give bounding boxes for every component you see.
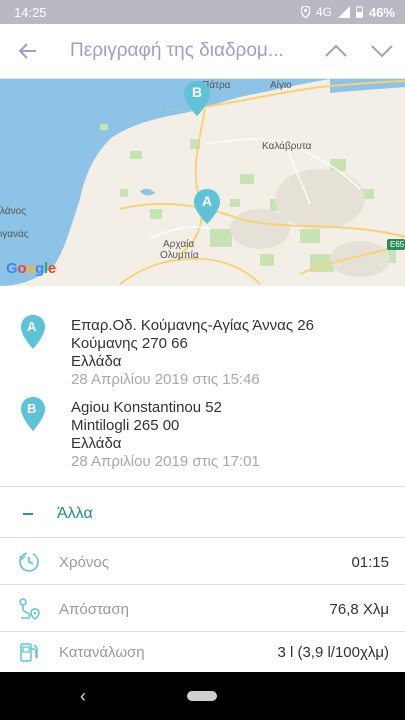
battery-percent: 46% <box>368 4 395 20</box>
metric-time-label: Χρόνος <box>59 553 109 571</box>
stop-b-line2: Mintilogli 265 00 <box>71 417 180 434</box>
back-button[interactable] <box>0 24 56 79</box>
stop-a-address: Επαρ.Οδ. Κούμανης-Αγίας Άννας 26 Κούμανη… <box>71 317 314 389</box>
battery-icon <box>355 6 363 18</box>
map-label-left1: λάνος <box>0 206 27 217</box>
stop-b-marker-label: B <box>27 401 37 416</box>
stop-a-line3: Ελλάδα <box>71 353 122 370</box>
stop-a-line2: Κούμανης 270 66 <box>71 335 188 352</box>
stop-b-line1: Agiou Konstantinou 52 <box>71 399 222 416</box>
stop-a-marker-label: A <box>27 319 37 334</box>
previous-button[interactable] <box>313 24 359 79</box>
metric-time: Χρόνος 01:15 <box>0 538 405 586</box>
map-label-kalavryta: Καλάβρυτα <box>262 141 312 152</box>
more-label: Άλλα <box>57 504 93 522</box>
stop-a-line1: Επαρ.Οδ. Κούμανης-Αγίας Άννας 26 <box>71 317 314 334</box>
metric-distance-value: 76,8 Χλμ <box>329 600 389 618</box>
metric-distance: Απόσταση 76,8 Χλμ <box>0 585 405 633</box>
stop-b-line3: Ελλάδα <box>71 435 122 452</box>
status-icons: 4G 46% <box>300 4 395 20</box>
stop-b-time: 28 Απριλίου 2019 στις 17:01 <box>71 453 260 470</box>
map-label-e65: E65 <box>390 240 405 249</box>
metric-consumption: Κατανάλωση 3 l (3,9 l/100χλμ) <box>0 632 405 672</box>
system-nav-bar: ‹ <box>0 672 405 720</box>
collapse-icon <box>23 512 33 515</box>
signal-icon <box>337 6 350 18</box>
map-marker-b-label: B <box>192 84 203 100</box>
route-icon <box>16 596 42 622</box>
next-button[interactable] <box>359 24 405 79</box>
system-back-icon[interactable]: ‹ <box>80 686 86 707</box>
metric-consumption-label: Κατανάλωση <box>59 643 145 661</box>
divider <box>0 486 405 487</box>
more-toggle[interactable]: Άλλα <box>0 492 405 535</box>
stop-b: B Agiou Konstantinou 52 Mintilogli 265 0… <box>0 382 405 482</box>
page-title: Περιγραφή της διαδρομ... <box>70 40 284 61</box>
chevron-up-icon <box>325 44 347 57</box>
location-icon <box>300 6 310 18</box>
route-map[interactable]: Πάτρα Αίγιο Καλάβρυτα Αρχαία Ολυμπία λάν… <box>0 79 405 286</box>
arrow-left-icon <box>18 43 36 59</box>
metric-consumption-value: 3 l (3,9 l/100χλμ) <box>277 643 389 661</box>
map-label-left2: ιγανάς <box>0 229 29 240</box>
status-bar: 14:25 4G 46% <box>0 0 405 24</box>
fuel-icon <box>16 639 42 665</box>
system-home-button[interactable] <box>187 691 217 701</box>
metric-distance-label: Απόσταση <box>59 600 129 618</box>
metric-time-value: 01:15 <box>351 553 389 571</box>
app-bar: Περιγραφή της διαδρομ... <box>0 24 405 79</box>
chevron-down-icon <box>371 45 393 58</box>
status-time: 14:25 <box>14 4 47 20</box>
map-label-archaia: Αρχαία <box>163 239 195 250</box>
google-logo: Google <box>6 260 56 277</box>
map-marker-a-label: A <box>202 193 213 209</box>
map-label-olympia: Ολυμπία <box>160 250 199 261</box>
stop-b-address: Agiou Konstantinou 52 Mintilogli 265 00 … <box>71 399 260 471</box>
map-label-aigio: Αίγιο <box>270 80 292 91</box>
network-type: 4G <box>315 5 332 19</box>
clock-icon <box>16 549 42 575</box>
